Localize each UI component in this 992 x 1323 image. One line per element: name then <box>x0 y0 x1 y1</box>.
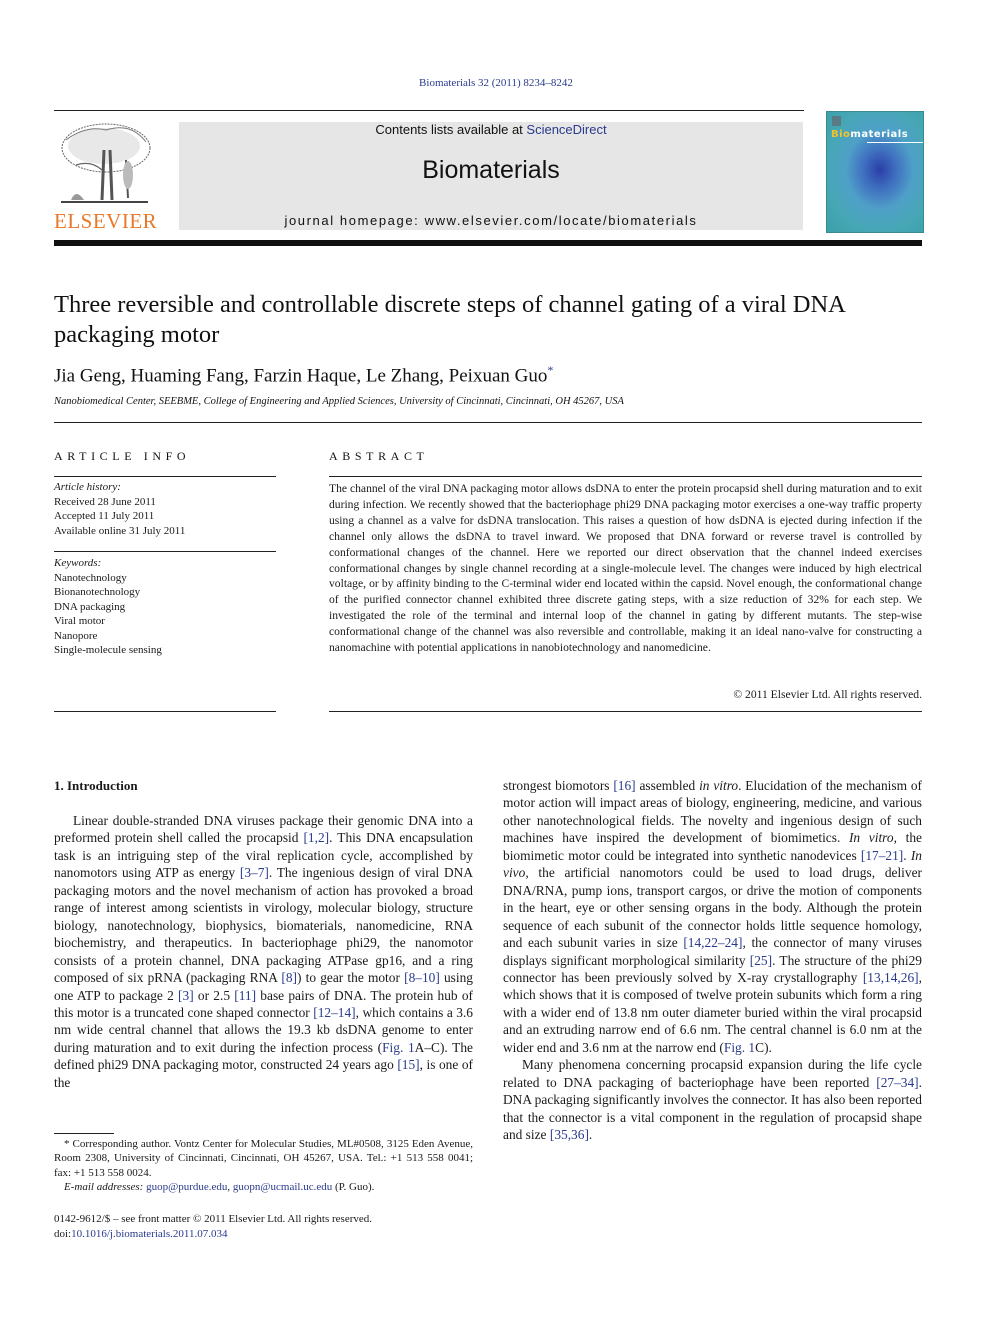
reference-link[interactable]: [27–34] <box>876 1075 918 1090</box>
reference-link[interactable]: [17–21] <box>861 848 903 863</box>
reference-link[interactable]: [8] <box>281 970 297 985</box>
keywords: Keywords: Nanotechnology Bionanotechnolo… <box>54 556 276 658</box>
contents-line: Contents lists available at ScienceDirec… <box>179 122 803 137</box>
abstract-bottom-rule <box>329 711 922 712</box>
body-text: or 2.5 <box>193 987 235 1003</box>
cover-publisher-badge <box>832 116 841 126</box>
keyword: Viral motor <box>54 615 105 627</box>
body-text: C). <box>755 1039 772 1055</box>
body-text: . <box>588 1127 593 1143</box>
article-title: Three reversible and controllable discre… <box>54 291 845 348</box>
footnote-rule <box>54 1133 114 1134</box>
keywords-rule <box>54 711 276 712</box>
reference-link[interactable]: [16] <box>613 778 635 793</box>
doi-link[interactable]: 10.1016/j.biomaterials.2011.07.034 <box>71 1228 227 1240</box>
history-rule <box>54 551 276 552</box>
body-text: strongest biomotors <box>503 778 614 793</box>
reference-link[interactable]: [3–7] <box>240 865 269 880</box>
reference-link[interactable]: [1,2] <box>303 830 329 845</box>
reference-link[interactable]: [13,14,26] <box>863 970 919 985</box>
keywords-label: Keywords: <box>54 557 102 569</box>
abstract-text: The channel of the viral DNA packaging m… <box>329 482 922 655</box>
journal-cover-image[interactable]: Biomaterials <box>826 111 924 233</box>
elsevier-tree-icon <box>56 120 152 206</box>
elsevier-wordmark: ELSEVIER <box>54 209 158 233</box>
italic-text: In vitro <box>848 830 894 846</box>
abstract-copyright: © 2011 Elsevier Ltd. All rights reserved… <box>733 688 922 701</box>
contents-prefix: Contents lists available at <box>375 122 527 137</box>
received-date: Received 28 June 2011 <box>54 495 156 508</box>
keyword: Nanopore <box>54 629 98 642</box>
keyword: Single-molecule sensing <box>54 644 162 656</box>
journal-homepage-link[interactable]: journal homepage: www.elsevier.com/locat… <box>179 213 803 228</box>
reference-link[interactable]: [11] <box>234 988 256 1003</box>
body-column-right: strongest biomotors [16] assembled in vi… <box>503 777 922 1144</box>
article-info-heading: ARTICLE INFO <box>54 449 191 463</box>
reference-link[interactable]: [35,36] <box>550 1127 589 1142</box>
elsevier-logo[interactable]: ELSEVIER <box>54 120 158 233</box>
article-history: Article history: Received 28 June 2011 A… <box>54 480 276 538</box>
email-link[interactable]: guop@purdue.edu <box>146 1181 227 1193</box>
cover-title: Biomaterials <box>831 129 909 140</box>
journal-name: Biomaterials <box>422 156 560 184</box>
front-matter: 0142-9612/$ – see front matter © 2011 El… <box>54 1212 473 1241</box>
intro-paragraph: Linear double-stranded DNA viruses packa… <box>54 812 473 1091</box>
online-date: Available online 31 July 2011 <box>54 524 186 537</box>
abstract-heading: ABSTRACT <box>329 449 429 463</box>
reference-link[interactable]: Fig. 1 <box>382 1040 415 1055</box>
header-rule <box>54 110 804 111</box>
doi-line: doi:10.1016/j.biomaterials.2011.07.034 <box>54 1227 228 1240</box>
sciencedirect-link[interactable]: ScienceDirect <box>526 122 606 137</box>
author-list: Jia Geng, Huaming Fang, Farzin Haque, Le… <box>54 363 554 387</box>
section-heading-introduction: 1. Introduction <box>54 778 138 793</box>
abstract-rule <box>329 476 922 477</box>
italic-text: in vitro <box>699 778 739 793</box>
cover-rule <box>867 142 923 143</box>
reference-link[interactable]: [12–14] <box>313 1005 355 1020</box>
issn-line: 0142-9612/$ – see front matter © 2011 El… <box>54 1213 373 1225</box>
body-text: Many phenomena concerning procapsid expa… <box>503 1057 922 1090</box>
journal-citation[interactable]: Biomaterials 32 (2011) 8234–8242 <box>0 77 992 89</box>
reference-link[interactable]: [3] <box>178 988 194 1003</box>
intro-paragraph-continued: strongest biomotors [16] assembled in vi… <box>503 777 922 1056</box>
body-column-left: Linear double-stranded DNA viruses packa… <box>54 812 473 1091</box>
body-text: . <box>903 847 911 863</box>
accepted-date: Accepted 11 July 2011 <box>54 510 155 522</box>
header-thick-rule <box>54 240 922 246</box>
keyword: Bionanotechnology <box>54 586 141 598</box>
email-line: E-mail addresses: guop@purdue.edu, guopn… <box>64 1181 375 1194</box>
keyword: DNA packaging <box>54 600 126 613</box>
affiliation-rule <box>54 422 922 423</box>
reference-link[interactable]: [14,22–24] <box>683 935 742 950</box>
reference-link[interactable]: Fig. 1 <box>724 1040 755 1055</box>
email-link[interactable]: guopn@ucmail.uc.edu <box>233 1181 332 1193</box>
corresponding-author-mark[interactable]: * <box>547 363 553 377</box>
keyword: Nanotechnology <box>54 571 127 584</box>
article-info-rule <box>54 476 276 477</box>
article-history-label: Article history: <box>54 481 121 493</box>
reference-link[interactable]: [8–10] <box>404 970 440 985</box>
journal-masthead: Contents lists available at ScienceDirec… <box>179 122 803 230</box>
body-text: assembled <box>635 778 700 793</box>
corresponding-author-footnote: * Corresponding author. Vontz Center for… <box>54 1138 473 1194</box>
reference-link[interactable]: [15] <box>397 1057 419 1072</box>
body-text: . The ingenious design of viral DNA pack… <box>54 865 473 986</box>
intro-paragraph: Many phenomena concerning procapsid expa… <box>503 1056 922 1143</box>
body-text: ) to gear the motor <box>296 970 405 986</box>
affiliation: Nanobiomedical Center, SEEBME, College o… <box>54 396 624 407</box>
reference-link[interactable]: [25] <box>750 953 772 968</box>
